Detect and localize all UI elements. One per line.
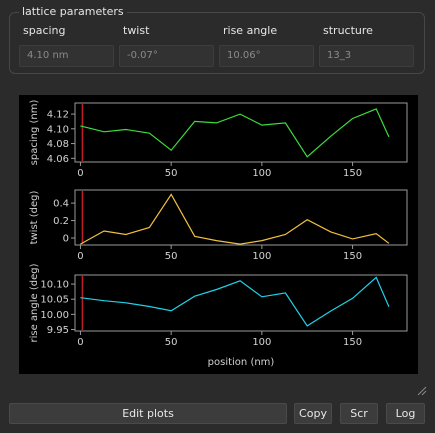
spacing-xtick-label: 150 bbox=[343, 168, 362, 179]
scr-button[interactable]: Scr bbox=[340, 403, 378, 424]
spacing-ytick-label: 4.06 bbox=[47, 154, 69, 165]
spacing-field[interactable]: 4.10 nm bbox=[19, 45, 114, 67]
rise-angle-ytick-label: 10.10 bbox=[40, 280, 69, 291]
rise-angle-ytick-label: 9.95 bbox=[47, 325, 69, 336]
spacing-ytick-label: 4.08 bbox=[47, 139, 69, 150]
rise-angle-ytick-label: 10.00 bbox=[40, 310, 69, 321]
twist-ytick-label: 0.2 bbox=[53, 216, 69, 227]
rise-angle-ytick-label: 10.05 bbox=[40, 295, 69, 306]
spacing-series-line bbox=[80, 108, 390, 158]
structure-label: structure bbox=[323, 24, 373, 37]
twist-xtick-label: 0 bbox=[77, 251, 83, 262]
structure-field[interactable]: 13_3 bbox=[319, 45, 414, 67]
twist-axes-frame bbox=[74, 189, 408, 246]
rise-angle-field[interactable]: 10.06° bbox=[219, 45, 314, 67]
rise-angle-ylabel: rise angle (deg) bbox=[29, 263, 40, 342]
spacing-ytick-label: 4.12 bbox=[47, 110, 69, 121]
rise-angle-series-line bbox=[80, 276, 390, 327]
resize-grip-icon[interactable] bbox=[415, 384, 427, 396]
twist-xtick-label: 150 bbox=[343, 251, 362, 262]
spacing-label: spacing bbox=[23, 24, 66, 37]
twist-ytick-label: 0.4 bbox=[53, 199, 69, 210]
group-title: lattice parameters bbox=[19, 5, 127, 18]
twist-ytick-label: 0 bbox=[63, 234, 69, 245]
spacing-xtick-label: 100 bbox=[252, 168, 271, 179]
copy-button[interactable]: Copy bbox=[294, 403, 332, 424]
twist-label: twist bbox=[123, 24, 150, 37]
spacing-xtick-label: 50 bbox=[165, 168, 178, 179]
rise-angle-xtick-label: 50 bbox=[165, 337, 178, 348]
twist-series-line bbox=[80, 193, 390, 245]
twist-xtick-label: 100 bbox=[252, 251, 271, 262]
twist-field[interactable]: -0.07° bbox=[119, 45, 214, 67]
rise-angle-xtick-label: 100 bbox=[252, 337, 271, 348]
twist-ylabel: twist (deg) bbox=[29, 190, 40, 244]
plot-canvas[interactable]: 4.06 4.08 4.10 4.12 0 50 100 150 spacing (nm) 0 0.… bbox=[19, 95, 418, 374]
rise-angle-xtick-label: 0 bbox=[77, 337, 83, 348]
rise-angle-label: rise angle bbox=[223, 24, 278, 37]
x-axis-label: position (nm) bbox=[208, 357, 275, 368]
spacing-axes-frame bbox=[74, 102, 408, 163]
spacing-xtick-label: 0 bbox=[77, 168, 83, 179]
log-button[interactable]: Log bbox=[386, 403, 425, 424]
spacing-ytick-label: 4.10 bbox=[47, 124, 69, 135]
spacing-ylabel: spacing (nm) bbox=[29, 100, 40, 166]
twist-xtick-label: 50 bbox=[165, 251, 178, 262]
rise-angle-xtick-label: 150 bbox=[343, 337, 362, 348]
edit-plots-button[interactable]: Edit plots bbox=[9, 403, 287, 424]
charts-svg: 4.06 4.08 4.10 4.12 0 50 100 150 spacing (nm) 0 0.… bbox=[29, 100, 408, 368]
